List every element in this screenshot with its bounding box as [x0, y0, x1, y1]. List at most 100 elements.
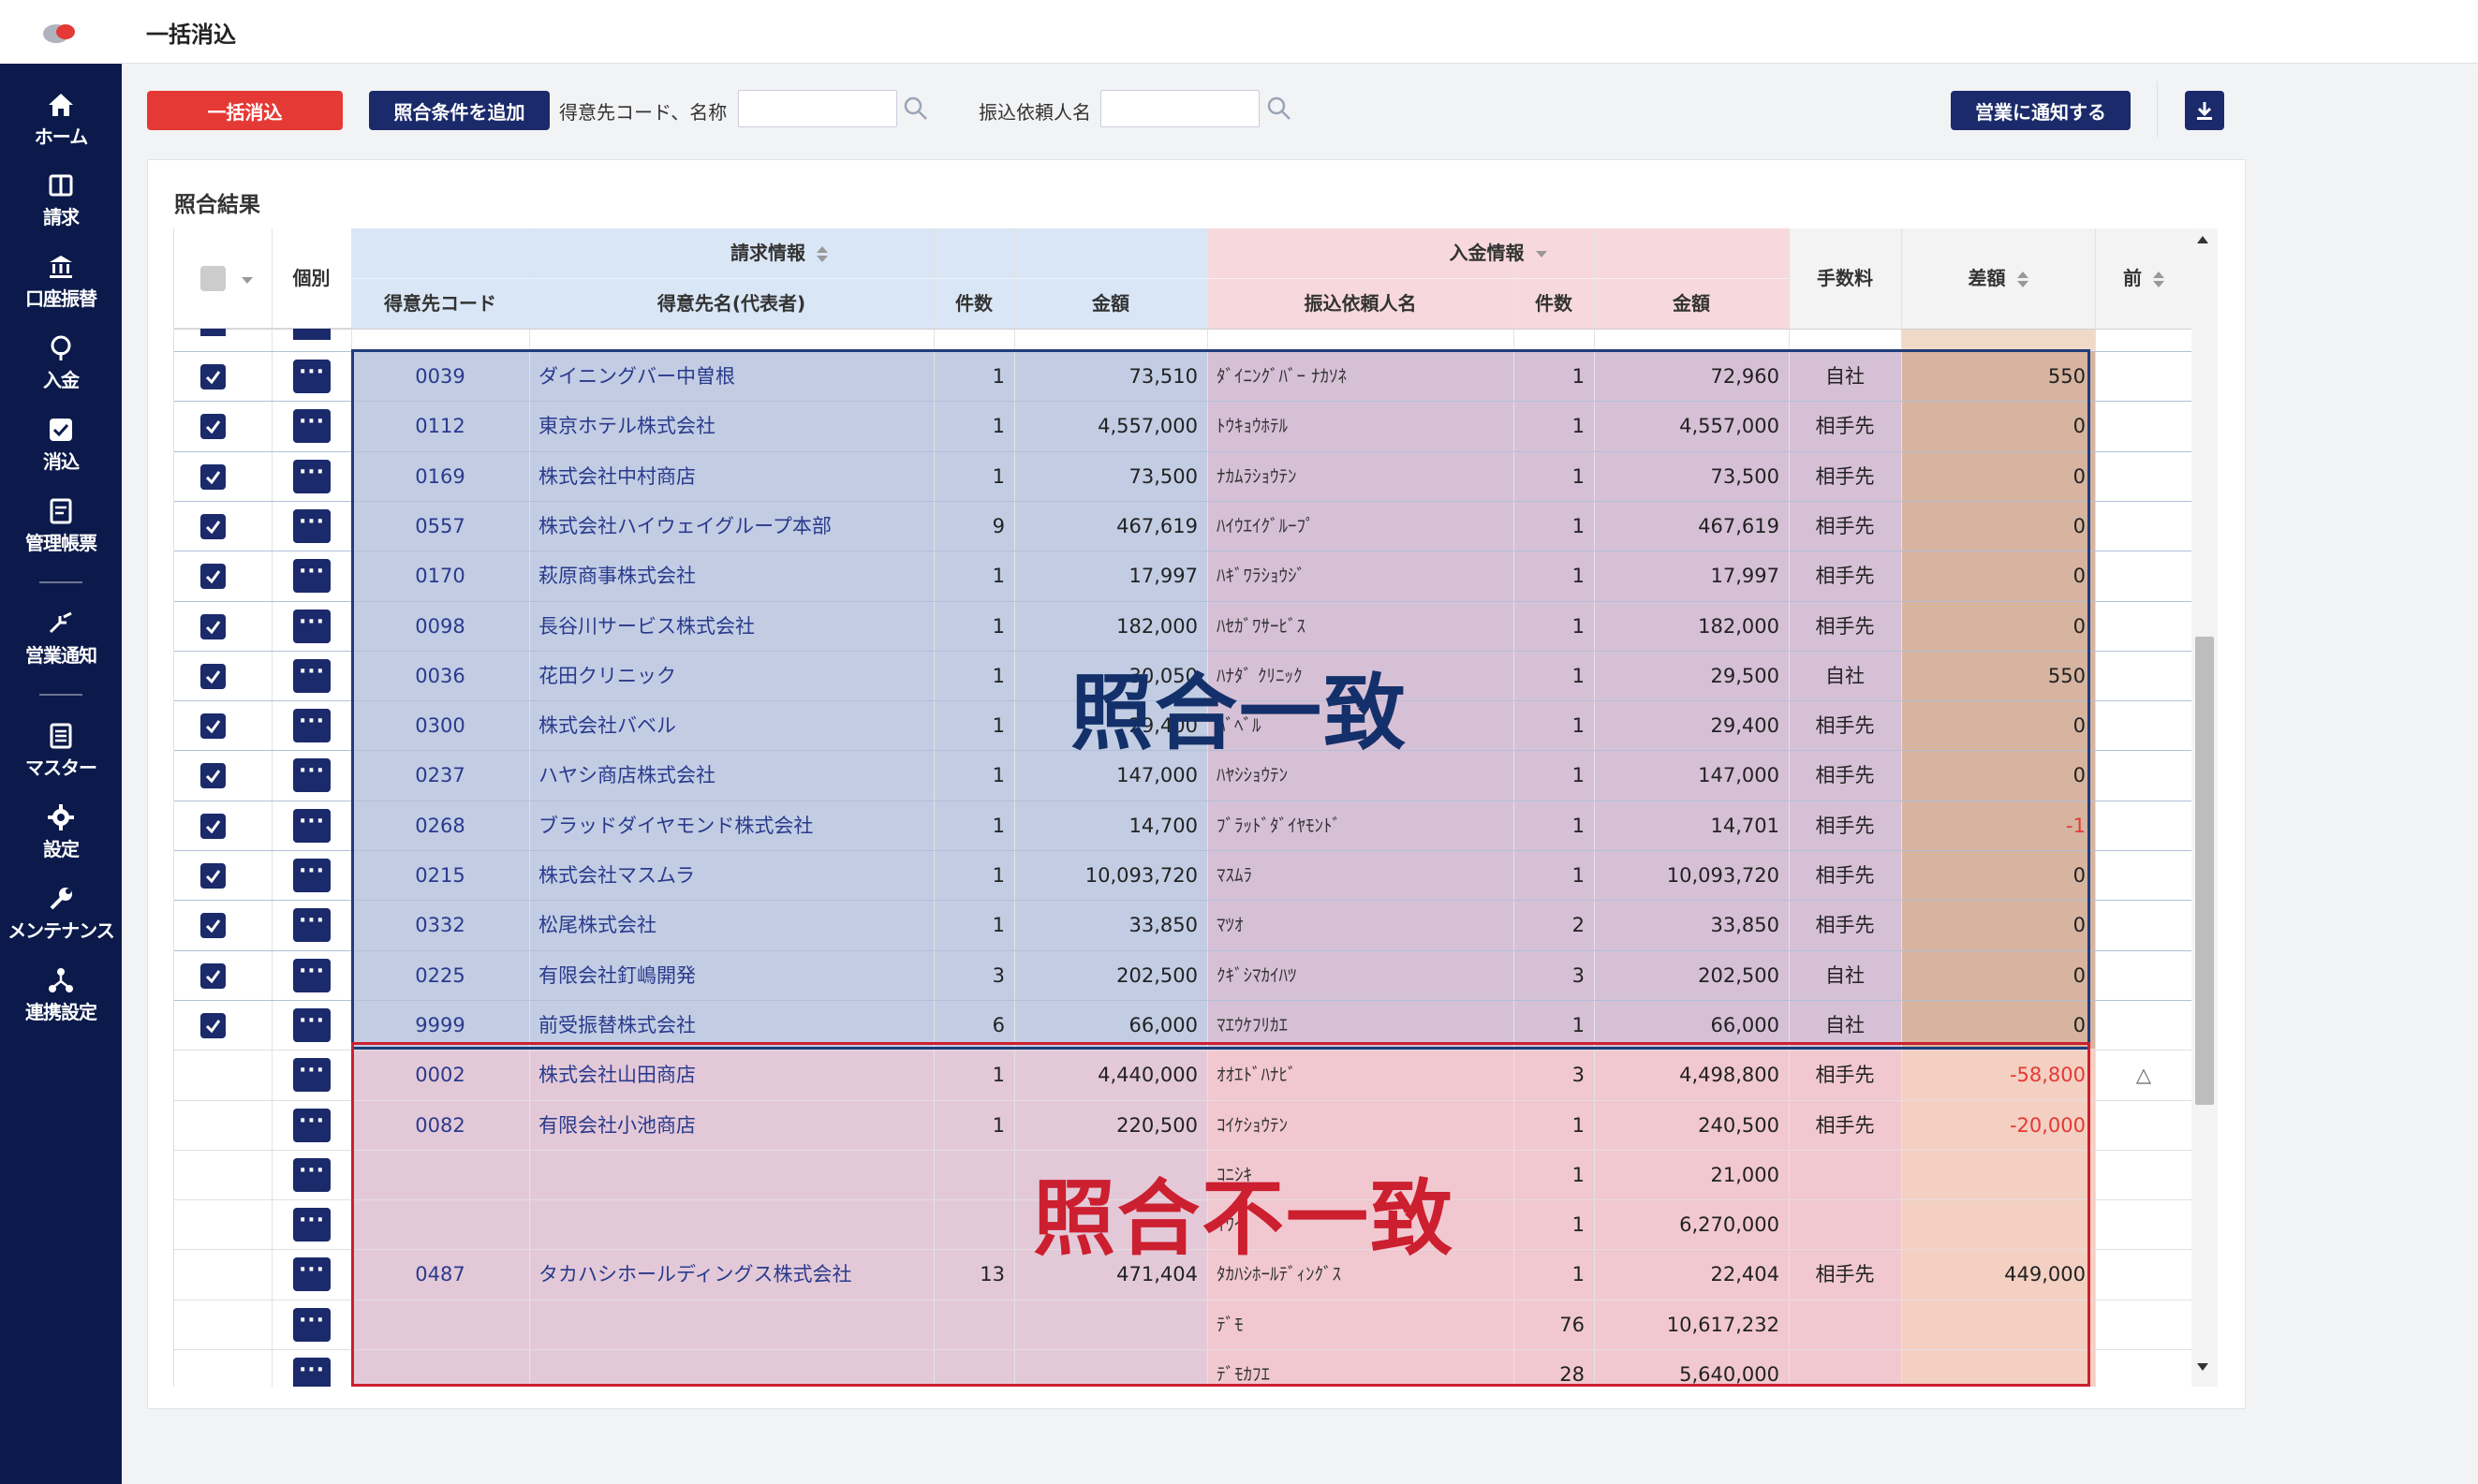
sort-desc-icon[interactable] [1535, 251, 1547, 257]
sidebar-item-link[interactable]: 連携設定 [0, 960, 122, 1033]
prev-marker[interactable] [2095, 801, 2192, 851]
row-detail-button[interactable]: ··· [293, 959, 331, 992]
prev-marker[interactable] [2095, 1350, 2192, 1387]
row-detail-button[interactable]: ··· [293, 409, 331, 443]
partial-checkbox [200, 329, 226, 336]
select-all-checkbox[interactable] [200, 266, 226, 291]
download-button[interactable] [2185, 91, 2224, 130]
app-logo[interactable] [0, 0, 122, 64]
prev-marker[interactable] [2095, 701, 2192, 751]
payer-filter-input[interactable] [1100, 90, 1260, 127]
row-detail-button[interactable]: ··· [293, 559, 331, 593]
prev-marker[interactable] [2095, 402, 2192, 451]
row-detail-button[interactable]: ··· [293, 659, 331, 693]
row-detail-button[interactable]: ··· [293, 460, 331, 493]
row-checkbox[interactable] [200, 913, 226, 938]
add-condition-button[interactable]: 照合条件を追加 [369, 91, 550, 130]
bulk-clear-button[interactable]: 一括消込 [147, 91, 343, 130]
prev-marker[interactable]: △ [2095, 1051, 2192, 1100]
row-checkbox[interactable] [200, 763, 226, 788]
customer-name-header: 得意先名(代表者) [529, 278, 934, 329]
row-detail-button[interactable]: ··· [293, 1109, 331, 1142]
payer-name-header: 振込依頼人名 [1207, 278, 1513, 329]
sidebar-item-home[interactable]: ホーム [0, 84, 122, 157]
payment-group-header[interactable]: 入金情報 [1207, 228, 1789, 278]
row-checkbox[interactable] [200, 364, 226, 389]
row-detail-button[interactable]: ··· [293, 1058, 331, 1092]
search-icon[interactable] [902, 95, 930, 123]
prev-marker[interactable] [2095, 602, 2192, 652]
sidebar-item-master[interactable]: マスター [0, 715, 122, 788]
download-icon [2197, 102, 2212, 120]
prev-header[interactable]: 前 [2095, 228, 2192, 329]
chevron-down-icon[interactable] [242, 277, 253, 284]
book-icon [49, 174, 73, 197]
search-icon[interactable] [1265, 95, 1293, 123]
row-checkbox[interactable] [200, 713, 226, 739]
sidebar-divider [39, 581, 82, 583]
prev-marker[interactable] [2095, 951, 2192, 1001]
customer-filter-input[interactable] [738, 90, 897, 127]
table-scrollbar[interactable] [2191, 228, 2218, 1387]
row-checkbox[interactable] [200, 814, 226, 839]
sidebar-item-notify[interactable]: 営業通知 [0, 603, 122, 676]
diff-header[interactable]: 差額 [1901, 228, 2095, 329]
row-detail-button[interactable]: ··· [293, 1308, 331, 1342]
sidebar-item-label: 入金 [43, 369, 80, 391]
scroll-down-icon[interactable] [2197, 1363, 2208, 1371]
row-detail-button[interactable]: ··· [293, 709, 331, 742]
row-checkbox[interactable] [200, 664, 226, 689]
row-detail-button[interactable]: ··· [293, 360, 331, 393]
sidebar-item-book[interactable]: 請求 [0, 165, 122, 238]
sidebar-item-wrench[interactable]: メンテナンス [0, 878, 122, 951]
sidebar-item-gear[interactable]: 設定 [0, 797, 122, 870]
sort-icon[interactable] [2016, 271, 2028, 288]
sort-icon[interactable] [2153, 271, 2164, 288]
row-checkbox[interactable] [200, 863, 226, 889]
row-detail-button[interactable]: ··· [293, 1008, 331, 1042]
sidebar-item-deposit[interactable]: 入金 [0, 328, 122, 401]
scrollbar-thumb[interactable] [2195, 637, 2214, 1105]
prev-marker[interactable] [2095, 751, 2192, 801]
prev-marker[interactable] [2095, 551, 2192, 601]
row-checkbox[interactable] [200, 963, 226, 989]
prev-marker[interactable] [2095, 652, 2192, 701]
payment-count-header: 件数 [1513, 278, 1594, 329]
prev-marker[interactable] [2095, 901, 2192, 950]
row-checkbox[interactable] [200, 1013, 226, 1038]
row-detail-button[interactable]: ··· [293, 509, 331, 543]
row-checkbox[interactable] [200, 414, 226, 439]
notify-sales-button[interactable]: 営業に通知する [1951, 91, 2131, 130]
prev-marker[interactable] [2095, 352, 2192, 402]
sidebar-item-report[interactable]: 管理帳票 [0, 491, 122, 564]
results-table: 請求情報 入金情報 個別 得意先コード 得意先名(代表者) 件数 金額 振込依頼人名 件数 金額 手… [173, 228, 2217, 1387]
invoice-group-header[interactable]: 請求情報 [351, 228, 1207, 278]
row-checkbox[interactable] [200, 464, 226, 490]
scroll-up-icon[interactable] [2197, 236, 2208, 243]
row-checkbox[interactable] [200, 564, 226, 589]
row-detail-button[interactable]: ··· [293, 859, 331, 892]
row-detail-button[interactable]: ··· [293, 1257, 331, 1291]
prev-marker[interactable] [2095, 502, 2192, 551]
prev-marker[interactable] [2095, 452, 2192, 502]
prev-marker[interactable] [2095, 1151, 2192, 1200]
sidebar-item-check[interactable]: 消込 [0, 409, 122, 482]
prev-marker[interactable] [2095, 851, 2192, 901]
row-detail-button[interactable]: ··· [293, 758, 331, 792]
prev-marker[interactable] [2095, 1300, 2192, 1350]
row-detail-button[interactable]: ··· [293, 809, 331, 843]
prev-marker[interactable] [2095, 1200, 2192, 1250]
row-detail-button[interactable]: ··· [293, 1358, 331, 1387]
row-checkbox[interactable] [200, 514, 226, 539]
prev-marker[interactable] [2095, 1001, 2192, 1051]
row-checkbox[interactable] [200, 614, 226, 639]
payment-group-header-label: 入金情報 [1449, 242, 1525, 264]
row-detail-button[interactable]: ··· [293, 908, 331, 942]
prev-marker[interactable] [2095, 1250, 2192, 1300]
sort-icon[interactable] [817, 245, 828, 263]
sidebar-item-bank[interactable]: 口座振替 [0, 246, 122, 319]
row-detail-button[interactable]: ··· [293, 610, 331, 643]
prev-marker[interactable] [2095, 1101, 2192, 1151]
row-detail-button[interactable]: ··· [293, 1208, 331, 1242]
row-detail-button[interactable]: ··· [293, 1158, 331, 1192]
